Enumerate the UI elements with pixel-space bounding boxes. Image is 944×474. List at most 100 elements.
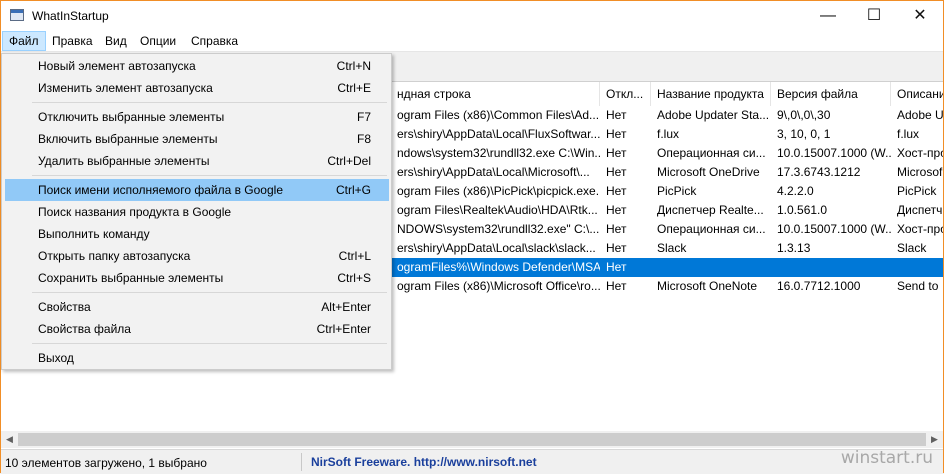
column-header-product[interactable]: Название продукта: [651, 82, 771, 106]
cell-version: 10.0.15007.1000 (W...: [777, 146, 891, 160]
scroll-thumb[interactable]: [18, 433, 926, 446]
scroll-left-icon[interactable]: ◀: [1, 431, 18, 448]
file-menu-dropdown: Новый элемент автозапуска Ctrl+N Изменить …: [1, 53, 392, 370]
cell-product: Microsoft OneNote: [657, 279, 758, 293]
file-menu-item[interactable]: Поиск имени исполняемого файла в Google C…: [5, 179, 389, 201]
menu-item-shortcut: Ctrl+Del: [327, 154, 371, 168]
title-bar[interactable]: WhatInStartup — ☐ ✕: [1, 1, 943, 31]
cell-product: f.lux: [657, 127, 680, 141]
menu-item-shortcut: Ctrl+E: [337, 81, 371, 95]
minimize-button[interactable]: —: [805, 1, 851, 31]
window-title: WhatInStartup: [32, 9, 109, 23]
cell-disabled: Нет: [606, 146, 627, 160]
cell-product: Slack: [657, 241, 687, 255]
file-menu-item[interactable]: Изменить элемент автозапуска Ctrl+E: [5, 77, 389, 99]
status-divider: [301, 453, 302, 471]
cell-disabled: Нет: [606, 241, 627, 255]
cell-description: Хост-про: [897, 146, 943, 160]
file-menu-item[interactable]: Открыть папку автозапуска Ctrl+L: [5, 245, 389, 267]
cell-version: 10.0.15007.1000 (W...: [777, 222, 891, 236]
cell-product: Операционная си...: [657, 222, 766, 236]
file-menu-item[interactable]: Свойства файла Ctrl+Enter: [5, 318, 389, 340]
column-header-disabled[interactable]: Откл...: [600, 82, 651, 106]
cell-version: 17.3.6743.1212: [777, 165, 861, 179]
status-count: 10 элементов загружено, 1 выбрано: [5, 456, 207, 470]
close-button[interactable]: ✕: [897, 1, 943, 31]
menu-item-label: Включить выбранные элементы: [38, 132, 218, 146]
menu-item-label: Свойства: [38, 300, 91, 314]
file-menu-item[interactable]: Удалить выбранные элементы Ctrl+Del: [5, 150, 389, 172]
nirsoft-link[interactable]: NirSoft Freeware. http://www.nirsoft.net: [311, 455, 537, 469]
cell-disabled: Нет: [606, 279, 627, 293]
file-menu-item[interactable]: Отключить выбранные элементы F7: [5, 106, 389, 128]
menu-item-label: Выполнить команду: [38, 227, 150, 241]
menu-item-label: Сохранить выбранные элементы: [38, 271, 224, 285]
cell-product: Adobe Updater Sta...: [657, 108, 770, 122]
menu-item-shortcut: Ctrl+G: [335, 183, 371, 197]
cell-command: NDOWS\system32\rundll32.exe" C:\...: [397, 222, 600, 236]
cell-disabled: Нет: [606, 127, 627, 141]
file-menu-item[interactable]: Выход: [5, 347, 389, 369]
cell-description: Диспетч: [897, 203, 943, 217]
cell-product: Диспетчер Realte...: [657, 203, 764, 217]
menu-edit[interactable]: Правка: [46, 31, 99, 51]
column-header-version[interactable]: Версия файла: [771, 82, 891, 106]
menu-separator: [32, 292, 387, 293]
file-menu-item[interactable]: Выполнить команду: [5, 223, 389, 245]
cell-disabled: Нет: [606, 165, 627, 179]
cell-version: 1.0.561.0: [777, 203, 828, 217]
menu-item-shortcut: Ctrl+Enter: [316, 322, 371, 336]
menu-item-shortcut: Alt+Enter: [321, 300, 371, 314]
cell-description: Adobe U: [897, 108, 943, 122]
menu-options[interactable]: Опции: [134, 31, 182, 51]
file-menu-item[interactable]: Включить выбранные элементы F8: [5, 128, 389, 150]
file-menu-item[interactable]: Новый элемент автозапуска Ctrl+N: [5, 55, 389, 77]
cell-version: 4.2.2.0: [777, 184, 814, 198]
cell-version: 1.3.13: [777, 241, 811, 255]
file-menu-item[interactable]: Поиск названия продукта в Google: [5, 201, 389, 223]
menu-item-label: Отключить выбранные элементы: [38, 110, 225, 124]
cell-description: [891, 258, 943, 277]
menu-file[interactable]: Файл: [2, 31, 46, 51]
cell-product: PicPick: [657, 184, 697, 198]
cell-description: f.lux: [897, 127, 920, 141]
menu-item-shortcut: Ctrl+N: [336, 59, 371, 73]
app-window: WhatInStartup — ☐ ✕ Файл Правка Вид Опци…: [0, 0, 944, 474]
status-bar: 10 элементов загружено, 1 выбрано NirSof…: [1, 449, 943, 474]
cell-disabled: Нет: [606, 184, 627, 198]
menu-separator: [32, 102, 387, 103]
cell-disabled: Нет: [606, 260, 627, 274]
menu-item-label: Поиск имени исполняемого файла в Google: [38, 183, 283, 197]
cell-description: PicPick: [897, 184, 937, 198]
menu-help[interactable]: Справка: [185, 31, 244, 51]
file-menu-item[interactable]: Свойства Alt+Enter: [5, 296, 389, 318]
cell-product: Операционная си...: [657, 146, 766, 160]
cell-command: ogram Files (x86)\Microsoft Office\ro...: [397, 279, 600, 293]
menu-item-label: Удалить выбранные элементы: [38, 154, 210, 168]
menu-item-label: Открыть папку автозапуска: [38, 249, 191, 263]
cell-command: ogram Files (x86)\Common Files\Ad...: [397, 108, 600, 122]
cell-command: ndows\system32\rundll32.exe C:\Win...: [397, 146, 600, 160]
menu-separator: [32, 175, 387, 176]
menu-item-label: Изменить элемент автозапуска: [38, 81, 213, 95]
cell-description: Хост-про: [897, 222, 943, 236]
cell-command: ogram Files (x86)\PicPick\picpick.exe...: [397, 184, 600, 198]
cell-description: Send to: [897, 279, 939, 293]
scroll-right-icon[interactable]: ▶: [926, 431, 943, 448]
cell-version: 9\,0\,0\,30: [777, 108, 831, 122]
cell-disabled: Нет: [606, 203, 627, 217]
file-menu-item[interactable]: Сохранить выбранные элементы Ctrl+S: [5, 267, 389, 289]
maximize-button[interactable]: ☐: [851, 1, 897, 31]
menu-item-label: Выход: [38, 351, 74, 365]
cell-disabled: Нет: [606, 108, 627, 122]
column-header-command[interactable]: ндная строка: [391, 82, 600, 106]
horizontal-scrollbar[interactable]: ◀ ▶: [1, 431, 943, 448]
app-icon: [10, 9, 24, 21]
cell-command: ogram Files\Realtek\Audio\HDA\Rtk...: [397, 203, 598, 217]
menu-view[interactable]: Вид: [99, 31, 133, 51]
column-header-description[interactable]: Описани: [891, 82, 943, 106]
menu-item-label: Поиск названия продукта в Google: [38, 205, 232, 219]
cell-description: Slack: [897, 241, 927, 255]
menu-item-shortcut: Ctrl+S: [337, 271, 371, 285]
menu-separator: [32, 343, 387, 344]
